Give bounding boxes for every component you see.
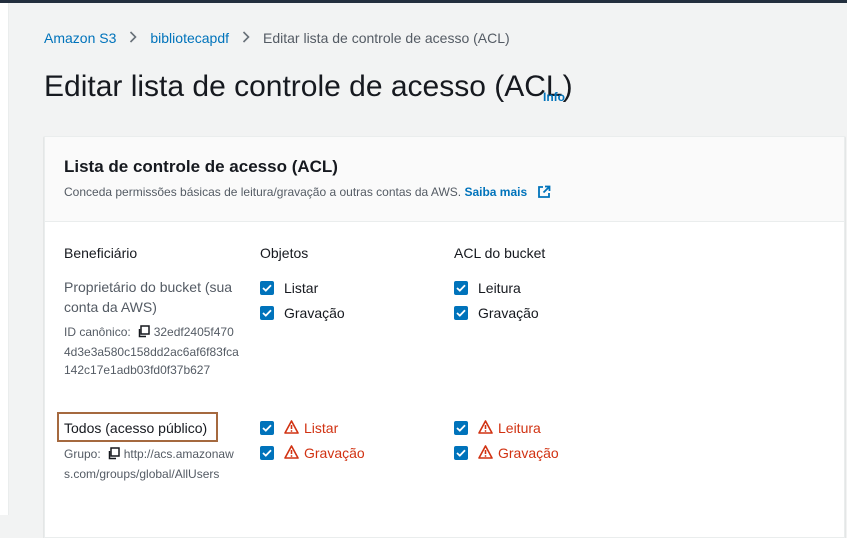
- checkbox-checked-icon[interactable]: [454, 306, 468, 320]
- grantee-bucket-owner: Proprietário do bucket (sua conta da AWS…: [64, 279, 233, 315]
- perm-owner-bucket-write: Gravação: [454, 304, 539, 322]
- checkbox-checked-icon[interactable]: [260, 421, 274, 435]
- external-link-icon: [537, 185, 551, 202]
- perm-label: Leitura: [478, 280, 521, 296]
- page-title: Editar lista de controle de acesso (ACL): [44, 70, 573, 103]
- learn-more-link[interactable]: Saiba mais: [464, 185, 550, 199]
- grantee-everyone: Todos (acesso público): [64, 420, 208, 436]
- perm-public-objects-list: Listar: [260, 419, 338, 437]
- perm-label: Listar: [284, 280, 319, 296]
- canonical-id-label: ID canônico:: [64, 325, 131, 339]
- copy-icon[interactable]: [107, 447, 120, 465]
- breadcrumb-current: Editar lista de controle de acesso (ACL): [263, 30, 510, 46]
- perm-owner-bucket-read: Leitura: [454, 279, 521, 297]
- checkbox-checked-icon[interactable]: [260, 281, 274, 295]
- panel-title: Lista de controle de acesso (ACL): [64, 157, 338, 176]
- learn-more-label[interactable]: Saiba mais: [464, 185, 527, 199]
- breadcrumb-amazon-s3[interactable]: Amazon S3: [44, 30, 116, 46]
- column-header-objects: Objetos: [260, 245, 309, 261]
- perm-label: Listar: [304, 420, 339, 436]
- perm-public-bucket-write: Gravação: [454, 444, 559, 462]
- group-label: Grupo:: [64, 447, 101, 461]
- perm-label: Leitura: [498, 420, 541, 436]
- checkbox-checked-icon[interactable]: [260, 306, 274, 320]
- top-navigation-bar: [0, 0, 847, 3]
- side-navigation-edge: [0, 3, 9, 515]
- warning-icon: [478, 419, 493, 437]
- column-header-bucket-acl: ACL do bucket: [454, 245, 546, 261]
- info-link[interactable]: Info: [543, 90, 565, 104]
- perm-public-bucket-read: Leitura: [454, 419, 541, 437]
- group-block: Grupo: http://acs.amazonaws.com/groups/gl…: [64, 445, 240, 483]
- checkbox-checked-icon[interactable]: [260, 446, 274, 460]
- perm-label: Gravação: [284, 305, 345, 321]
- canonical-id-block: ID canônico: 32edf2405f4704d3e3a580c158dd…: [64, 323, 240, 379]
- breadcrumb-bucket[interactable]: bibliotecapdf: [150, 30, 229, 46]
- warning-icon: [284, 419, 299, 437]
- acl-panel: Lista de controle de acesso (ACL) Conced…: [44, 136, 845, 538]
- checkbox-checked-icon[interactable]: [454, 281, 468, 295]
- checkbox-checked-icon[interactable]: [454, 421, 468, 435]
- perm-owner-objects-write: Gravação: [260, 304, 345, 322]
- panel-description-text: Conceda permissões básicas de leitura/gr…: [64, 185, 462, 199]
- panel-description: Conceda permissões básicas de leitura/gr…: [64, 185, 551, 202]
- chevron-right-icon: [237, 30, 255, 46]
- column-header-grantee: Beneficiário: [64, 245, 138, 261]
- chevron-right-icon: [124, 30, 142, 46]
- perm-public-objects-write: Gravação: [260, 444, 365, 462]
- perm-label: Gravação: [478, 305, 539, 321]
- breadcrumb: Amazon S3 bibliotecapdf Editar lista de …: [44, 28, 510, 48]
- checkbox-checked-icon[interactable]: [454, 446, 468, 460]
- copy-icon[interactable]: [137, 325, 150, 343]
- perm-label: Gravação: [498, 445, 559, 461]
- warning-icon: [478, 444, 493, 462]
- perm-label: Gravação: [304, 445, 365, 461]
- panel-header: Lista de controle de acesso (ACL) Conced…: [45, 137, 844, 222]
- warning-icon: [284, 444, 299, 462]
- perm-owner-objects-list: Listar: [260, 279, 318, 297]
